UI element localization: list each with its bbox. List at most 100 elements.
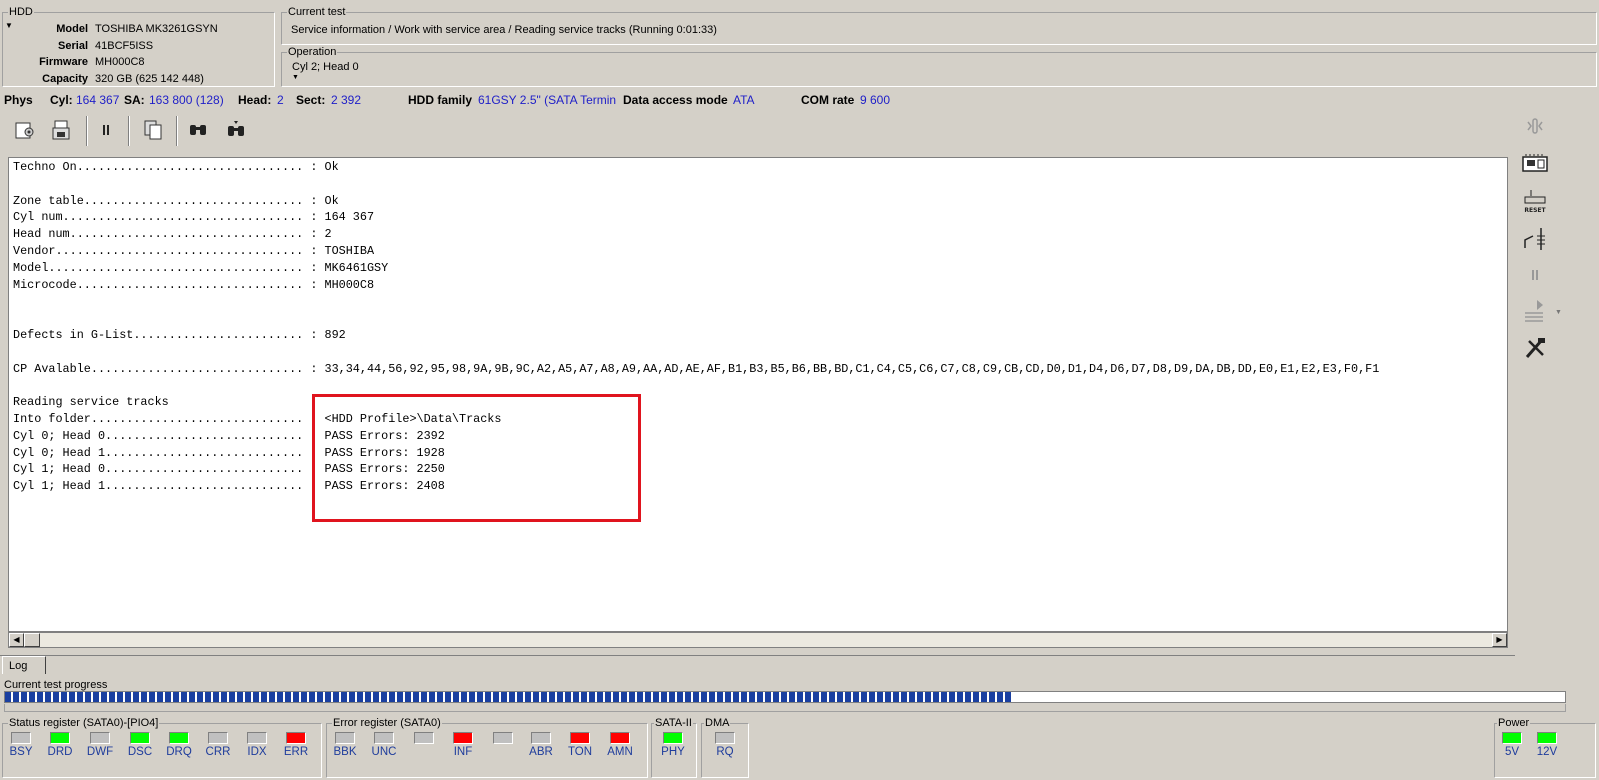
side-pause-button[interactable]	[1518, 258, 1552, 292]
led-label: BSY	[9, 746, 33, 758]
led-phy-indicator	[663, 732, 683, 744]
phys-label: Phys	[4, 93, 33, 107]
hdd-model-row: Model TOSHIBA MK3261GSYN	[3, 21, 283, 38]
led-label: CRR	[205, 746, 231, 758]
hdd-serial-label: Serial	[58, 40, 88, 52]
hdd-firmware-label: Firmware	[39, 56, 88, 68]
save-to-disk-button[interactable]	[48, 117, 74, 143]
led-5v-indicator	[1502, 732, 1522, 744]
current-test-group: Current test Service information / Work …	[281, 6, 1597, 45]
save-to-disk-icon	[52, 120, 70, 140]
led-label: DWF	[86, 746, 114, 758]
sa-value: 163 800 (128)	[149, 93, 224, 107]
reset-button[interactable]: RESET	[1518, 184, 1552, 218]
log-line: Head num................................…	[13, 227, 332, 242]
operation-title: Operation	[287, 46, 338, 59]
pause-button[interactable]	[93, 117, 119, 143]
scroll-thumb[interactable]	[24, 633, 40, 647]
com-label: COM rate	[801, 93, 855, 107]
led-unused-indicator	[414, 732, 434, 744]
drive-board-icon	[1522, 154, 1548, 172]
led-label: ERR	[283, 746, 309, 758]
head-label: Head:	[238, 93, 272, 107]
plug-button[interactable]	[1518, 222, 1552, 256]
log-horizontal-scrollbar[interactable]: ◀ ▶	[8, 632, 1508, 648]
power-off-button[interactable]	[1518, 110, 1552, 144]
copy-button[interactable]	[140, 117, 166, 143]
hdd-capacity-value: 320 GB (625 142 448)	[95, 73, 204, 85]
tools-icon	[1525, 338, 1545, 358]
log-line: Cyl 1; Head 1...........................…	[13, 479, 445, 494]
hdd-serial-value: 41BCF5ISS	[95, 40, 154, 52]
log-line: Reading service tracks	[13, 395, 169, 410]
copy-icon	[144, 120, 162, 140]
log-line: Model...................................…	[13, 260, 389, 275]
led-12v-indicator	[1537, 732, 1557, 744]
skip-settings-icon	[1525, 300, 1543, 322]
log-text-area[interactable]: Techno On...............................…	[8, 157, 1508, 632]
hdd-firmware-row: Firmware MH000C8	[3, 54, 283, 71]
led-bsy-indicator	[11, 732, 31, 744]
cyl-label: Cyl:	[50, 93, 73, 107]
hdd-model-value: TOSHIBA MK3261GSYN	[95, 23, 218, 35]
hdd-group-title: HDD	[8, 6, 34, 19]
led-rq-indicator	[715, 732, 735, 744]
current-test-title: Current test	[287, 6, 347, 19]
skip-dropdown-icon[interactable]: ▼	[1555, 309, 1562, 316]
plug-icon	[1524, 228, 1545, 250]
status-register-title: Status register (SATA0)-[PIO4]	[8, 717, 160, 730]
sa-label: SA:	[124, 93, 145, 107]
phys-status-line: Phys Cyl: 164 367 SA: 163 800 (128) Head…	[0, 91, 1599, 109]
toolbar-separator	[176, 116, 178, 146]
dma-title: DMA	[704, 717, 731, 730]
current-test-value: Service information / Work with service …	[286, 21, 1592, 41]
toolbar-separator	[128, 116, 130, 146]
led-inf-indicator	[453, 732, 473, 744]
operation-dropdown-icon[interactable]: ▼	[292, 74, 299, 81]
scroll-right-icon[interactable]: ▶	[1492, 633, 1507, 647]
led-label: DRD	[47, 746, 73, 758]
log-line: Cyl 0; Head 1...........................…	[13, 445, 445, 460]
led-label: DRQ	[166, 746, 192, 758]
led-label: UNC	[371, 746, 397, 758]
led-label: PHY	[661, 746, 685, 758]
led-label: 5V	[1504, 746, 1520, 758]
log-line: Cyl 1; Head 0...........................…	[13, 462, 445, 477]
family-label: HDD family	[408, 93, 473, 107]
hdd-model-label: Model	[56, 23, 88, 35]
led-dwf-indicator	[90, 732, 110, 744]
tools-button[interactable]	[1518, 331, 1552, 365]
drive-board-button[interactable]	[1518, 147, 1552, 181]
scroll-left-icon[interactable]: ◀	[9, 633, 24, 647]
operation-value: Cyl 2; Head 0	[292, 61, 359, 73]
tab-log[interactable]: Log	[2, 656, 46, 674]
led-label: INF	[453, 746, 473, 758]
led-label: IDX	[247, 746, 267, 758]
led-bbk-indicator	[335, 732, 355, 744]
led-label: AMN	[607, 746, 633, 758]
log-line: Microcode...............................…	[13, 277, 375, 292]
power-title: Power	[1497, 717, 1531, 730]
cyl-value: 164 367	[76, 93, 120, 107]
find-next-button[interactable]	[223, 117, 249, 143]
reset-icon: RESET	[1524, 190, 1547, 214]
sect-value: 2 392	[331, 93, 362, 107]
hdd-firmware-value: MH000C8	[95, 56, 145, 68]
side-pause-icon	[1532, 270, 1538, 280]
progress-bar	[4, 691, 1566, 703]
led-dsc-indicator	[130, 732, 150, 744]
led-label: BBK	[333, 746, 357, 758]
led-label: ABR	[529, 746, 553, 758]
sata-title: SATA-II	[654, 717, 693, 730]
log-line: Techno On...............................…	[13, 160, 339, 174]
progress-fill	[5, 692, 1012, 702]
skip-settings-button[interactable]	[1518, 294, 1552, 328]
hdd-capacity-row: Capacity 320 GB (625 142 448)	[3, 71, 283, 88]
led-err-indicator	[286, 732, 306, 744]
save-settings-button[interactable]	[12, 117, 38, 143]
find-button[interactable]	[185, 117, 211, 143]
led-label: DSC	[127, 746, 153, 758]
